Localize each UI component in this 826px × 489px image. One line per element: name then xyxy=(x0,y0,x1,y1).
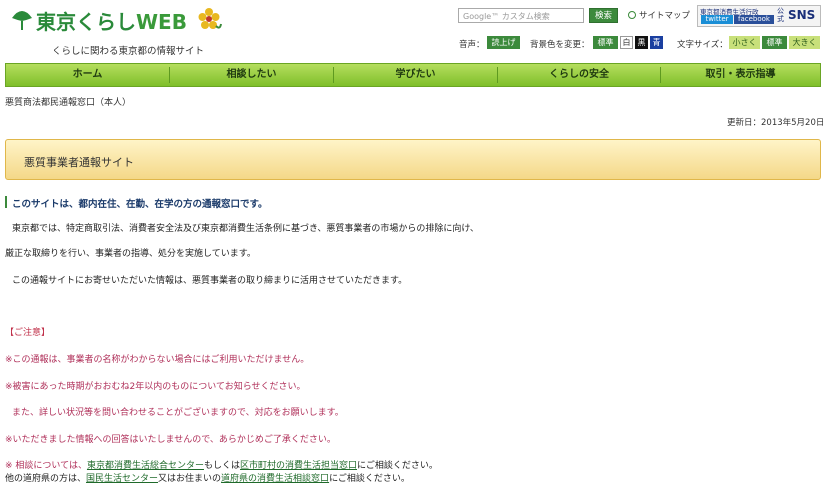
sitemap-label: サイトマップ xyxy=(639,11,691,21)
site-tagline: くらしに関わる東京都の情報サイト xyxy=(52,46,205,57)
municipal-consumer-desk-link[interactable]: 区市町村の消費生活担当窓口 xyxy=(240,461,357,471)
nav-item-safety[interactable]: くらしの安全 xyxy=(498,64,660,86)
updated-date: 更新日：2013年5月20日 xyxy=(727,118,825,128)
font-standard-button[interactable]: 標準 xyxy=(762,36,787,49)
consult-suffix: にご相談ください。 xyxy=(329,474,410,484)
nav-item-trade-guidance[interactable]: 取引・表示指導 xyxy=(661,64,820,86)
ginkgo-logo-icon[interactable] xyxy=(10,8,34,32)
bg-black-button[interactable]: 黒 xyxy=(635,36,648,49)
facebook-badge: facebook xyxy=(734,15,774,24)
consult-suffix: にご相談ください。 xyxy=(357,461,438,471)
search-input[interactable]: Google™ カスタム検索 xyxy=(458,8,584,23)
intro-paragraph-3: この通報サイトにお寄せいただいた情報は、悪質事業者の取り締まりに活用させていただ… xyxy=(12,276,408,286)
bg-blue-button[interactable]: 青 xyxy=(650,36,663,49)
tokyo-consumer-center-link[interactable]: 東京都消費生活総合センター xyxy=(87,461,204,471)
notice-item: また、詳しい状況等を問い合わせることがございますので、対応をお願いします。 xyxy=(12,408,344,418)
notice-item: ※この通報は、事業者の名称がわからない場合にはご利用いただけません。 xyxy=(5,355,310,365)
font-size-label: 文字サイズ： xyxy=(677,40,728,50)
bg-white-button[interactable]: 白 xyxy=(620,36,633,49)
notice-item: ※いただきました情報への回答はいたしませんので、あらかじめご了承ください。 xyxy=(5,435,336,445)
consult-prefix: ※ 相談については、 xyxy=(5,461,87,471)
consult-prefix: 他の道府県の方は、 xyxy=(5,474,87,484)
page-title: 悪質事業者通報サイト xyxy=(24,156,134,169)
bg-standard-button[interactable]: 標準 xyxy=(593,36,618,49)
consult-connector: 又はお住まいの xyxy=(158,474,222,484)
consult-connector: もしくは xyxy=(203,461,240,471)
notice-heading: 【ご注意】 xyxy=(5,328,51,338)
site-logo[interactable]: 東京くらしWEB xyxy=(36,6,187,35)
arrow-circle-icon xyxy=(628,11,636,19)
flower-logo-icon xyxy=(198,8,222,29)
font-small-button[interactable]: 小さく xyxy=(729,36,760,49)
breadcrumb: 悪質商法都民通報窓口（本人） xyxy=(5,98,132,108)
lead-marker xyxy=(5,196,7,208)
lead-text: このサイトは、都内在住、在勤、在学の方の通報窓口です。 xyxy=(12,199,268,210)
intro-paragraph-1: 東京都では、特定商取引法、消費者安全法及び東京都消費生活条例に基づき、悪質事業者… xyxy=(12,224,479,234)
nav-item-home[interactable]: ホーム xyxy=(6,64,169,86)
read-aloud-button[interactable]: 読上げ xyxy=(487,36,520,49)
nav-item-learn[interactable]: 学びたい xyxy=(334,64,497,86)
consult-line-2: 他の道府県の方は、国民生活センター又はお住まいの道府県の消費生活相談窓口にご相談… xyxy=(5,471,410,484)
sns-label: SNS xyxy=(788,8,816,22)
national-consumer-center-link[interactable]: 国民生活センター xyxy=(86,474,158,484)
prefectural-consumer-desk-link[interactable]: 道府県の消費生活相談窓口 xyxy=(221,474,329,484)
font-large-button[interactable]: 大きく xyxy=(789,36,820,49)
intro-paragraph-2: 厳正な取締りを行い、事業者の指導、処分を実施しています。 xyxy=(5,249,256,259)
voice-label: 音声： xyxy=(459,40,485,50)
sns-official-label: 公式 xyxy=(777,7,784,23)
consult-line-1: ※ 相談については、東京都消費生活総合センターもしくは区市町村の消費生活担当窓口… xyxy=(5,458,438,471)
sitemap-link[interactable]: サイトマップ xyxy=(628,9,690,21)
search-button[interactable]: 検索 xyxy=(589,8,618,23)
logo-text-web: WEB xyxy=(136,10,187,34)
background-color-label: 背景色を変更： xyxy=(530,40,590,50)
nav-item-consult[interactable]: 相談したい xyxy=(170,64,333,86)
twitter-badge: twitter xyxy=(701,15,733,24)
global-nav: ホーム 相談したい 学びたい くらしの安全 取引・表示指導 xyxy=(5,63,821,87)
notice-item: ※被害にあった時期がおおむね2年以内のものについてお知らせください。 xyxy=(5,382,306,392)
logo-text-main: 東京くらし xyxy=(36,10,136,34)
